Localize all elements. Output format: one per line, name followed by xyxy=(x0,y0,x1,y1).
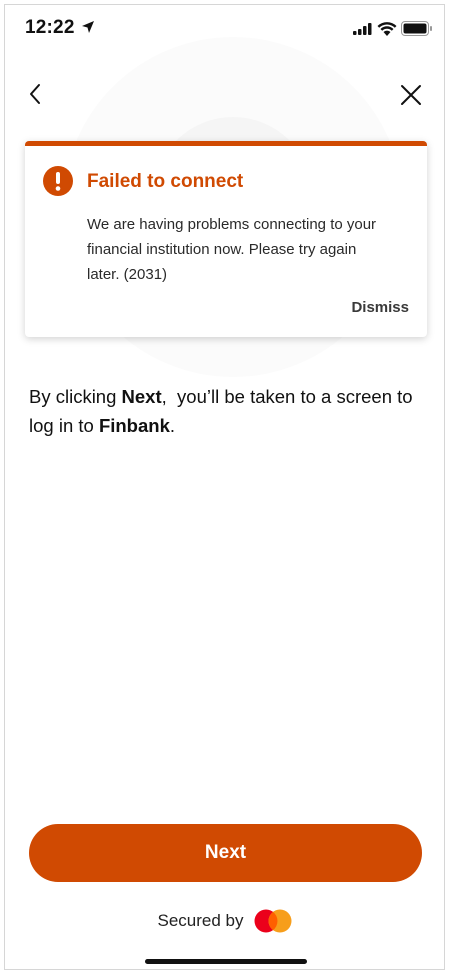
phone-screen: 12:22 Failed to connect We are having pr… xyxy=(4,4,445,970)
info-suffix: . xyxy=(169,415,175,436)
error-title: Failed to connect xyxy=(87,171,244,192)
secured-by-label: Secured by xyxy=(157,911,244,930)
home-indicator[interactable] xyxy=(145,959,307,964)
close-button[interactable] xyxy=(399,83,423,107)
back-button[interactable] xyxy=(23,81,49,107)
battery-icon xyxy=(401,21,432,36)
dismiss-button[interactable]: Dismiss xyxy=(351,299,409,316)
error-message: We are having problems connecting to you… xyxy=(87,216,377,283)
mastercard-logo xyxy=(254,909,291,933)
status-time: 12:22 xyxy=(25,17,75,38)
location-arrow-icon xyxy=(82,21,94,33)
error-alert-card: Failed to connect We are having problems… xyxy=(25,141,427,337)
status-bar: 12:22 xyxy=(5,5,444,49)
chevron-left-icon xyxy=(30,84,40,104)
wifi-icon xyxy=(377,22,397,36)
info-prefix: By clicking xyxy=(29,386,122,407)
login-info-text: By clicking Next, you’ll be taken to a s… xyxy=(29,382,419,440)
close-icon xyxy=(401,85,421,105)
info-next-word: Next xyxy=(121,386,162,407)
next-button[interactable]: Next xyxy=(29,824,422,882)
cellular-signal-icon xyxy=(353,23,372,35)
info-bank-name: Finbank xyxy=(98,415,170,436)
secured-by-footer: Secured by xyxy=(5,909,444,933)
exclamation-icon xyxy=(43,166,73,196)
